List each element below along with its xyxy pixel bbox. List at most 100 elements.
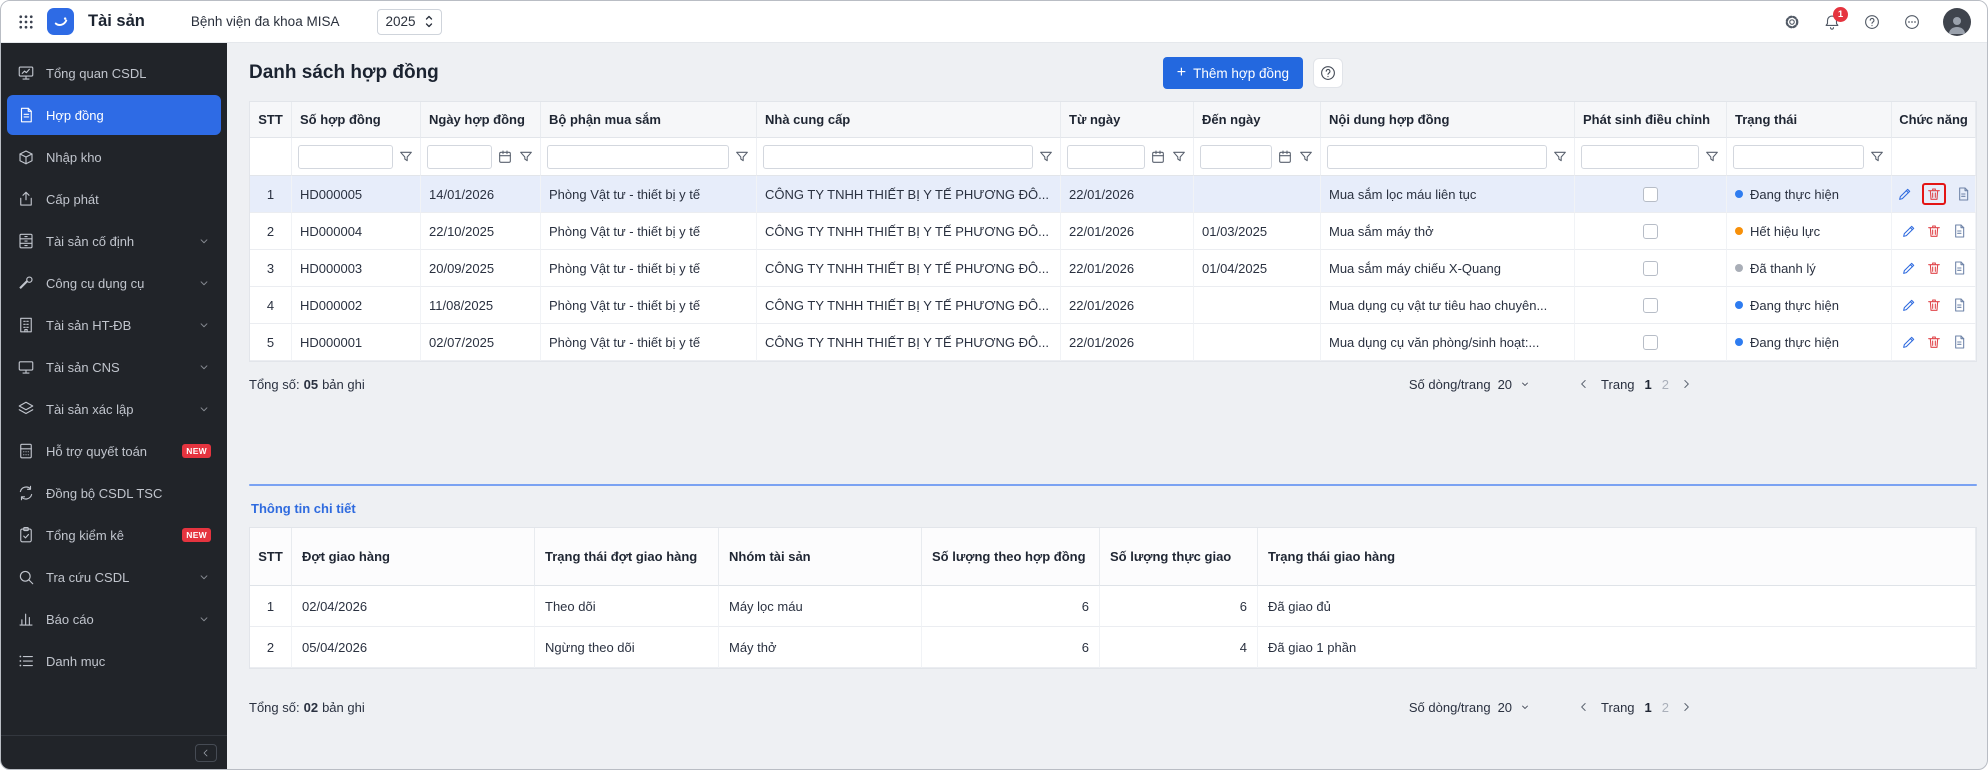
calendar-icon[interactable] [1150,149,1166,165]
detail-col-qty-delivered[interactable]: Số lượng thực giao [1100,528,1258,586]
cell-stt: 2 [267,640,274,655]
document-button[interactable] [1951,297,1967,313]
more-button[interactable] [1903,13,1921,31]
funnel-icon[interactable] [1704,149,1720,165]
adjustment-checkbox[interactable] [1643,261,1658,276]
sidebar-item-cap-phat[interactable]: Cấp phát [7,179,221,219]
adjustment-checkbox[interactable] [1643,224,1658,239]
sidebar-item-nhap-kho[interactable]: Nhập kho [7,137,221,177]
settings-button[interactable] [1783,13,1801,31]
page-number-current[interactable]: 1 [1645,377,1652,392]
fixed-asset-icon [17,232,35,250]
next-page-button[interactable] [1679,700,1693,714]
funnel-icon[interactable] [734,149,750,165]
filter-adjustment-input[interactable] [1581,145,1699,169]
filter-status-input[interactable] [1733,145,1864,169]
filter-contract-date-input[interactable] [427,145,492,169]
page-number-next[interactable]: 2 [1662,377,1669,392]
tab-thong-tin-chi-tiet[interactable]: Thông tin chi tiết [251,501,356,516]
user-avatar[interactable] [1943,8,1971,36]
prev-page-button[interactable] [1577,377,1591,391]
cell-contract-no: HD000004 [300,224,412,239]
organization-name[interactable]: Bệnh viện đa khoa MISA [191,14,340,29]
document-button[interactable] [1951,223,1967,239]
filter-department-input[interactable] [547,145,729,169]
funnel-icon[interactable] [518,149,534,165]
delete-button[interactable] [1926,186,1942,202]
document-button[interactable] [1955,186,1971,202]
col-header-contract-no[interactable]: Số hợp đồng [292,102,421,138]
year-select[interactable]: 2025 [377,9,441,35]
page-help-button[interactable] [1313,58,1343,88]
sidebar-item-tai-san-co-dinh[interactable]: Tài sản cố định [7,221,221,261]
adjustment-checkbox[interactable] [1643,187,1658,202]
sidebar-item-bao-cao[interactable]: Báo cáo [7,599,221,639]
filter-to-date-input[interactable] [1200,145,1272,169]
col-header-supplier[interactable]: Nhà cung cấp [757,102,1061,138]
pane-splitter[interactable] [249,484,1977,486]
edit-button[interactable] [1901,223,1917,239]
adjustment-checkbox[interactable] [1643,335,1658,350]
add-contract-button[interactable]: + Thêm hợp đồng [1163,57,1303,89]
detail-col-batch-status[interactable]: Trạng thái đợt giao hàng [535,528,719,586]
detail-col-qty-contract[interactable]: Số lượng theo hợp đồng [922,528,1100,586]
delete-button[interactable] [1926,223,1942,239]
col-header-content[interactable]: Nội dung hợp đồng [1321,102,1575,138]
sidebar-item-tong-kiem-ke[interactable]: Tổng kiểm kê NEW [7,515,221,555]
filter-from-date-input[interactable] [1067,145,1145,169]
sidebar-item-danh-muc[interactable]: Danh mục [7,641,221,681]
delete-button[interactable] [1926,260,1942,276]
funnel-icon[interactable] [1298,149,1314,165]
delete-button[interactable] [1926,297,1942,313]
funnel-icon[interactable] [1869,149,1885,165]
detail-col-delivery-date[interactable]: Đợt giao hàng [292,528,535,586]
filter-content-input[interactable] [1327,145,1547,169]
col-header-actions[interactable]: Chức năng [1892,102,1976,138]
prev-page-button[interactable] [1577,700,1591,714]
app-grid-icon[interactable] [17,13,35,31]
funnel-icon[interactable] [398,149,414,165]
col-header-department[interactable]: Bộ phận mua sắm [541,102,757,138]
filter-supplier-input[interactable] [763,145,1033,169]
sidebar-item-ho-tro-quyet-toan[interactable]: Hỗ trợ quyết toán NEW [7,431,221,471]
calendar-icon[interactable] [1277,149,1293,165]
calendar-icon[interactable] [497,149,513,165]
col-header-contract-date[interactable]: Ngày hợp đồng [421,102,541,138]
col-header-stt[interactable]: STT [250,102,292,138]
help-circle-button[interactable] [1863,13,1881,31]
edit-button[interactable] [1901,260,1917,276]
document-button[interactable] [1951,334,1967,350]
edit-button[interactable] [1901,334,1917,350]
page-number-current[interactable]: 1 [1645,700,1652,715]
sidebar-item-tai-san-ht-db[interactable]: Tài sản HT-ĐB [7,305,221,345]
rows-per-page-select[interactable]: Số dòng/trang 20 [1409,700,1531,715]
funnel-icon[interactable] [1038,149,1054,165]
rows-per-page-select[interactable]: Số dòng/trang 20 [1409,377,1531,392]
edit-button[interactable] [1897,186,1913,202]
funnel-icon[interactable] [1171,149,1187,165]
delete-button[interactable] [1926,334,1942,350]
filter-contract-no-input[interactable] [298,145,393,169]
next-page-button[interactable] [1679,377,1693,391]
notifications-button[interactable]: 1 [1823,13,1841,31]
page-number-next[interactable]: 2 [1662,700,1669,715]
detail-col-delivery-status[interactable]: Trạng thái giao hàng [1258,528,1976,586]
detail-col-stt[interactable]: STT [250,528,292,586]
col-header-status[interactable]: Trạng thái [1727,102,1892,138]
sidebar-item-tai-san-cns[interactable]: Tài sản CNS [7,347,221,387]
sidebar-item-tong-quan-csdl[interactable]: Tổng quan CSDL [7,53,221,93]
document-button[interactable] [1951,260,1967,276]
sidebar-item-hop-dong[interactable]: Hợp đồng [7,95,221,135]
sidebar-item-cong-cu-dung-cu[interactable]: Công cụ dụng cụ [7,263,221,303]
collapse-sidebar-button[interactable] [195,744,217,762]
col-header-adjustment[interactable]: Phát sinh điều chỉnh [1575,102,1727,138]
sidebar-item-tra-cuu-csdl[interactable]: Tra cứu CSDL [7,557,221,597]
sidebar-item-dong-bo-csdl-tsc[interactable]: Đồng bộ CSDL TSC [7,473,221,513]
edit-button[interactable] [1901,297,1917,313]
funnel-icon[interactable] [1552,149,1568,165]
col-header-to-date[interactable]: Đến ngày [1194,102,1321,138]
detail-col-asset-group[interactable]: Nhóm tài sản [719,528,922,586]
col-header-from-date[interactable]: Từ ngày [1061,102,1194,138]
adjustment-checkbox[interactable] [1643,298,1658,313]
sidebar-item-tai-san-xac-lap[interactable]: Tài sản xác lập [7,389,221,429]
